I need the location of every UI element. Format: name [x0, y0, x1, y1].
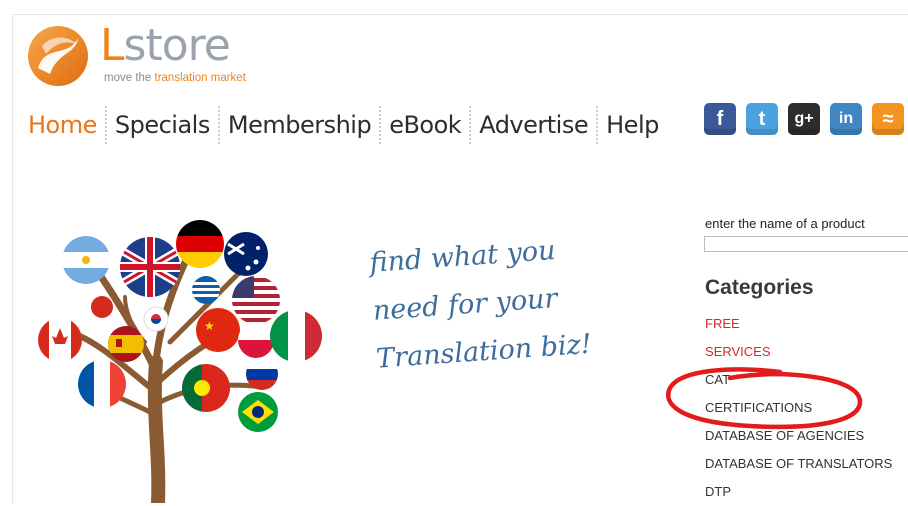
canada-flag-icon — [38, 318, 82, 362]
categories-list: FREE SERVICES CAT CERTIFICATIONS DATABAS… — [705, 310, 892, 506]
categories-heading: Categories — [705, 276, 814, 299]
logo-wordmark: Lstore — [100, 20, 231, 71]
nav-help[interactable]: Help — [598, 106, 667, 144]
flag-tree-illustration: ★ — [38, 220, 322, 503]
logo-tagline: move the translation market — [104, 72, 246, 84]
category-dtp[interactable]: DTP — [705, 478, 892, 506]
nav-specials[interactable]: Specials — [107, 106, 218, 144]
nav-advertise[interactable]: Advertise — [471, 106, 596, 144]
search-label: enter the name of a product — [705, 216, 865, 231]
category-database-of-agencies[interactable]: DATABASE OF AGENCIES — [705, 422, 892, 450]
category-cat[interactable]: CAT — [705, 366, 892, 394]
nav-membership[interactable]: Membership — [220, 106, 379, 144]
spain-flag-icon — [108, 326, 144, 362]
facebook-icon[interactable]: f — [704, 103, 736, 135]
hero-slogan: find what you need for your Translation … — [368, 222, 637, 384]
usa-flag-icon — [232, 276, 280, 324]
brazil-flag-icon — [238, 392, 278, 432]
category-free[interactable]: FREE — [705, 310, 892, 338]
category-certifications[interactable]: CERTIFICATIONS — [705, 394, 892, 422]
china-flag-icon: ★ — [196, 308, 240, 352]
category-services[interactable]: SERVICES — [705, 338, 892, 366]
small-red-balloon-icon — [91, 296, 113, 318]
twitter-icon[interactable]: t — [746, 103, 778, 135]
italy-flag-icon — [270, 310, 322, 362]
poland-flag-icon — [238, 322, 274, 358]
portugal-flag-icon — [182, 364, 230, 412]
uk-flag-icon — [120, 237, 180, 297]
product-search-input[interactable] — [704, 236, 908, 252]
lstore-logo[interactable]: Lstore move the translation market — [24, 20, 284, 90]
germany-flag-icon — [176, 220, 224, 268]
argentina-flag-icon — [62, 236, 110, 284]
main-nav: Home Specials Membership eBook Advertise… — [28, 106, 667, 144]
south-korea-flag-icon — [143, 306, 169, 332]
france-flag-icon — [78, 360, 126, 408]
category-database-of-translators[interactable]: DATABASE OF TRANSLATORS — [705, 450, 892, 478]
rss-icon[interactable]: ≈ — [872, 103, 904, 135]
greece-flag-icon — [192, 276, 220, 304]
australia-flag-icon — [224, 232, 268, 276]
nav-home[interactable]: Home — [28, 106, 105, 144]
google-plus-icon[interactable]: g+ — [788, 103, 820, 135]
linkedin-icon[interactable]: in — [830, 103, 862, 135]
nav-ebook[interactable]: eBook — [381, 106, 469, 144]
svg-text:★: ★ — [204, 319, 215, 333]
logo-mark-icon — [28, 26, 88, 86]
social-links: f t g+ in ≈ — [704, 103, 904, 135]
